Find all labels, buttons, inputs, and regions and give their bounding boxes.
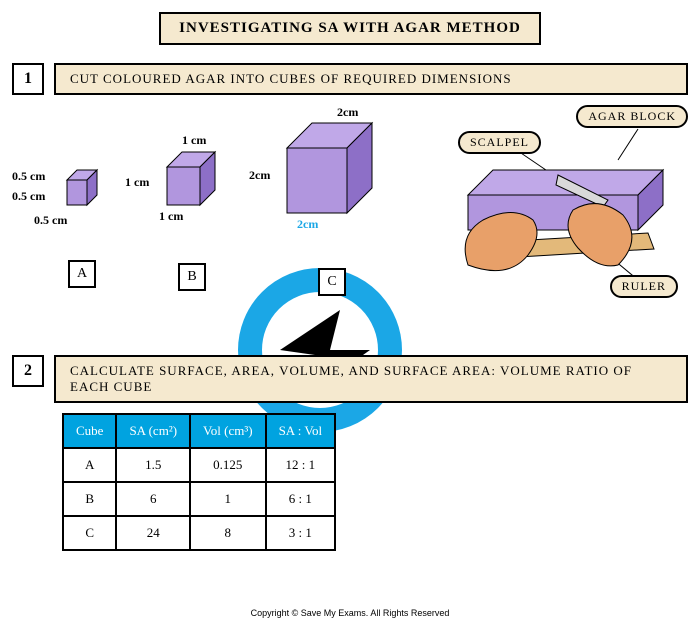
th-cube: Cube (63, 414, 116, 448)
cell: 3 : 1 (266, 516, 336, 550)
page-title: INVESTIGATING SA WITH AGAR METHOD (159, 12, 541, 45)
cell: 8 (190, 516, 266, 550)
cell: 0.125 (190, 448, 266, 482)
cell: 24 (116, 516, 190, 550)
cube-b-dim-1: 1 cm (182, 133, 206, 148)
cube-a-dim-1: 0.5 cm (12, 169, 45, 184)
cell: 6 (116, 482, 190, 516)
cubes-illustration: 0.5 cm 0.5 cm 0.5 cm A 1 cm 1 cm 1 cm B … (12, 105, 688, 355)
copyright-text: Copyright © Save My Exams. All Rights Re… (0, 608, 700, 618)
cell: 12 : 1 (266, 448, 336, 482)
table-header-row: Cube SA (cm²) Vol (cm³) SA : Vol (63, 414, 335, 448)
cube-b-label: B (178, 263, 206, 291)
cutting-illustration: SCALPEL AGAR BLOCK RULER (408, 105, 688, 325)
cube-c-dim-3: 2cm (297, 217, 318, 232)
table-row: A 1.5 0.125 12 : 1 (63, 448, 335, 482)
cell: 1 (190, 482, 266, 516)
cube-a-icon (57, 165, 107, 215)
cell: B (63, 482, 116, 516)
th-vol: Vol (cm³) (190, 414, 266, 448)
step-number-2: 2 (12, 355, 44, 387)
cube-a: 0.5 cm 0.5 cm 0.5 cm A (42, 165, 122, 288)
cube-c: 2cm 2cm 2cm C (267, 113, 397, 296)
cube-a-label: A (68, 260, 96, 288)
cell: 1.5 (116, 448, 190, 482)
table-row: C 24 8 3 : 1 (63, 516, 335, 550)
cube-b-dim-2: 1 cm (125, 175, 149, 190)
sa-vol-table: Cube SA (cm²) Vol (cm³) SA : Vol A 1.5 0… (62, 413, 336, 551)
step-text-2: CALCULATE SURFACE, AREA, VOLUME, AND SUR… (54, 355, 688, 403)
cell: 6 : 1 (266, 482, 336, 516)
tag-ruler: RULER (610, 275, 678, 298)
step-text-1: CUT COLOURED AGAR INTO CUBES OF REQUIRED… (54, 63, 688, 95)
cube-b: 1 cm 1 cm 1 cm B (147, 145, 237, 291)
cell: C (63, 516, 116, 550)
cube-a-dim-3: 0.5 cm (34, 213, 67, 228)
step-number-1: 1 (12, 63, 44, 95)
cube-a-dim-2: 0.5 cm (12, 189, 45, 204)
cell: A (63, 448, 116, 482)
th-sa: SA (cm²) (116, 414, 190, 448)
cube-c-label: C (318, 268, 346, 296)
step-1: 1 CUT COLOURED AGAR INTO CUBES OF REQUIR… (12, 63, 688, 95)
table-row: B 6 1 6 : 1 (63, 482, 335, 516)
cube-c-icon (272, 113, 392, 233)
step-2: 2 CALCULATE SURFACE, AREA, VOLUME, AND S… (12, 355, 688, 403)
cube-b-dim-3: 1 cm (159, 209, 183, 224)
cube-c-dim-1: 2cm (337, 105, 358, 120)
tag-agar-block: AGAR BLOCK (576, 105, 688, 128)
cube-c-dim-2: 2cm (249, 168, 270, 183)
th-ratio: SA : Vol (266, 414, 336, 448)
tag-scalpel: SCALPEL (458, 131, 541, 154)
